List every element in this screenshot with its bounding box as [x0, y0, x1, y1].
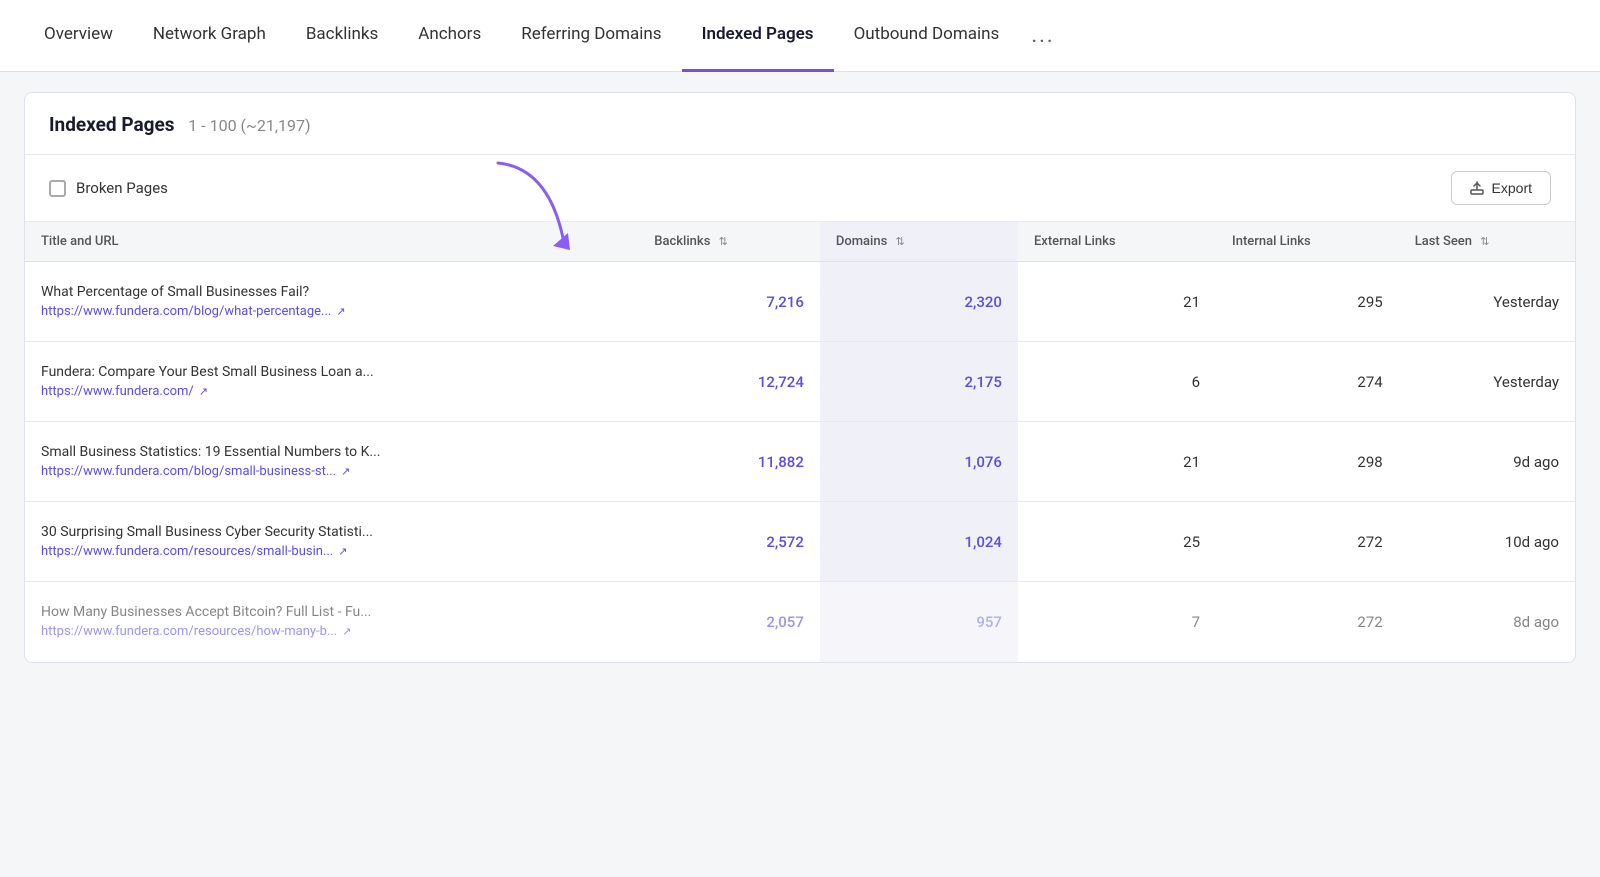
- cell-backlinks-0: 7,216: [638, 262, 820, 342]
- cell-external-2: 21: [1018, 422, 1216, 502]
- cell-lastseen-1: Yesterday: [1399, 342, 1575, 422]
- nav-item-backlinks[interactable]: Backlinks: [286, 0, 398, 72]
- cell-lastseen-3: 10d ago: [1399, 502, 1575, 582]
- cell-backlinks-3: 2,572: [638, 502, 820, 582]
- page-url-1[interactable]: https://www.fundera.com/ ↗: [41, 384, 622, 399]
- external-link-icon-1: ↗: [199, 385, 208, 398]
- broken-pages-label: Broken Pages: [76, 179, 168, 197]
- col-header-domains[interactable]: Domains ⇅: [820, 222, 1018, 262]
- purple-arrow-annotation: [488, 158, 578, 258]
- table-row: 30 Surprising Small Business Cyber Secur…: [25, 502, 1575, 582]
- page-title: Indexed Pages: [49, 113, 175, 136]
- cell-title-4: How Many Businesses Accept Bitcoin? Full…: [25, 582, 638, 662]
- cell-domains-4: 957: [820, 582, 1018, 662]
- external-link-icon-2: ↗: [341, 465, 350, 478]
- cell-domains-0: 2,320: [820, 262, 1018, 342]
- cell-external-4: 7: [1018, 582, 1216, 662]
- external-link-icon-3: ↗: [338, 545, 347, 558]
- nav-item-referring-domains[interactable]: Referring Domains: [501, 0, 681, 72]
- page-url-0[interactable]: https://www.fundera.com/blog/what-percen…: [41, 304, 622, 319]
- cell-external-3: 25: [1018, 502, 1216, 582]
- cell-backlinks-1: 12,724: [638, 342, 820, 422]
- export-button[interactable]: Export: [1451, 171, 1551, 205]
- cell-external-1: 6: [1018, 342, 1216, 422]
- broken-pages-checkbox[interactable]: [49, 180, 66, 197]
- external-link-icon-4: ↗: [342, 625, 351, 638]
- cell-title-1: Fundera: Compare Your Best Small Busines…: [25, 342, 638, 422]
- page-title-text-1: Fundera: Compare Your Best Small Busines…: [41, 364, 622, 380]
- page-url-4[interactable]: https://www.fundera.com/resources/how-ma…: [41, 624, 622, 639]
- top-navigation: Overview Network Graph Backlinks Anchors…: [0, 0, 1600, 72]
- external-link-icon-0: ↗: [336, 305, 345, 318]
- lastseen-sort-icon: ⇅: [1480, 235, 1489, 248]
- cell-domains-3: 1,024: [820, 502, 1018, 582]
- nav-item-network-graph[interactable]: Network Graph: [133, 0, 286, 72]
- cell-lastseen-0: Yesterday: [1399, 262, 1575, 342]
- indexed-pages-card: Indexed Pages 1 - 100 (~21,197) Broken P…: [24, 92, 1576, 663]
- page-subtitle: 1 - 100 (~21,197): [188, 116, 310, 135]
- backlinks-sort-icon: ⇅: [719, 235, 728, 248]
- domains-sort-icon: ⇅: [896, 235, 905, 248]
- cell-title-3: 30 Surprising Small Business Cyber Secur…: [25, 502, 638, 582]
- nav-more-button[interactable]: ...: [1019, 0, 1066, 72]
- page-url-3[interactable]: https://www.fundera.com/resources/small-…: [41, 544, 622, 559]
- page-url-2[interactable]: https://www.fundera.com/blog/small-busin…: [41, 464, 622, 479]
- cell-internal-3: 272: [1216, 502, 1399, 582]
- page-title-text-0: What Percentage of Small Businesses Fail…: [41, 284, 622, 300]
- cell-title-2: Small Business Statistics: 19 Essential …: [25, 422, 638, 502]
- col-header-internal: Internal Links: [1216, 222, 1399, 262]
- col-header-lastseen[interactable]: Last Seen ⇅: [1399, 222, 1575, 262]
- cell-backlinks-4: 2,057: [638, 582, 820, 662]
- table-row: What Percentage of Small Businesses Fail…: [25, 262, 1575, 342]
- cell-lastseen-4: 8d ago: [1399, 582, 1575, 662]
- cell-domains-2: 1,076: [820, 422, 1018, 502]
- main-content: Indexed Pages 1 - 100 (~21,197) Broken P…: [0, 72, 1600, 683]
- nav-item-outbound-domains[interactable]: Outbound Domains: [834, 0, 1020, 72]
- table-row: Small Business Statistics: 19 Essential …: [25, 422, 1575, 502]
- export-icon: [1470, 181, 1484, 195]
- cell-internal-4: 272: [1216, 582, 1399, 662]
- cell-lastseen-2: 9d ago: [1399, 422, 1575, 502]
- broken-pages-filter[interactable]: Broken Pages: [49, 179, 168, 197]
- cell-internal-2: 298: [1216, 422, 1399, 502]
- cell-title-0: What Percentage of Small Businesses Fail…: [25, 262, 638, 342]
- page-title-text-4: How Many Businesses Accept Bitcoin? Full…: [41, 604, 622, 620]
- filter-row: Broken Pages Export: [25, 155, 1575, 222]
- table-row: Fundera: Compare Your Best Small Busines…: [25, 342, 1575, 422]
- cell-domains-1: 2,175: [820, 342, 1018, 422]
- page-title-text-3: 30 Surprising Small Business Cyber Secur…: [41, 524, 622, 540]
- cell-internal-0: 295: [1216, 262, 1399, 342]
- card-header: Indexed Pages 1 - 100 (~21,197): [25, 93, 1575, 155]
- col-header-backlinks[interactable]: Backlinks ⇅: [638, 222, 820, 262]
- col-header-external: External Links: [1018, 222, 1216, 262]
- indexed-pages-table: Title and URL Backlinks ⇅ Domains ⇅ Exte…: [25, 222, 1575, 662]
- cell-internal-1: 274: [1216, 342, 1399, 422]
- table-header-row: Title and URL Backlinks ⇅ Domains ⇅ Exte…: [25, 222, 1575, 262]
- nav-item-anchors[interactable]: Anchors: [398, 0, 501, 72]
- export-label: Export: [1492, 180, 1532, 196]
- page-title-text-2: Small Business Statistics: 19 Essential …: [41, 444, 622, 460]
- nav-item-overview[interactable]: Overview: [24, 0, 133, 72]
- cell-backlinks-2: 11,882: [638, 422, 820, 502]
- nav-item-indexed-pages[interactable]: Indexed Pages: [682, 0, 834, 72]
- cell-external-0: 21: [1018, 262, 1216, 342]
- table-row: How Many Businesses Accept Bitcoin? Full…: [25, 582, 1575, 662]
